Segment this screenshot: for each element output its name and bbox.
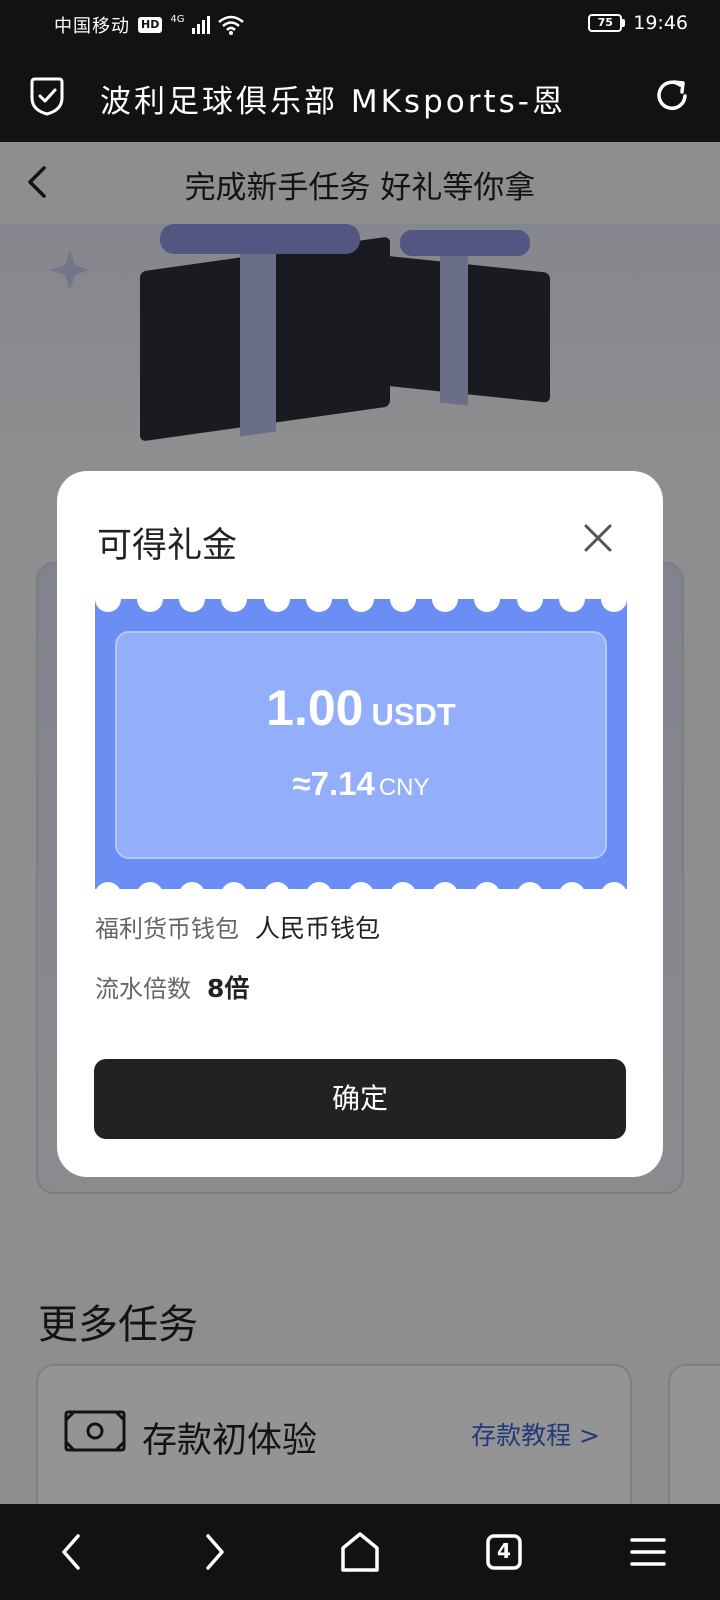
tabs-icon[interactable]: 4 <box>480 1528 528 1576</box>
home-icon[interactable] <box>336 1528 384 1576</box>
bonus-amount: 1.00 <box>266 680 364 736</box>
cny-unit: CNY <box>378 774 430 801</box>
wallet-value: 人民币钱包 <box>255 914 381 943</box>
refresh-icon[interactable] <box>652 76 692 116</box>
battery-icon: 75 <box>588 14 626 32</box>
back-icon[interactable] <box>48 1528 96 1576</box>
shield-check-icon[interactable] <box>28 76 66 116</box>
bonus-dialog: 可得礼金 1.00 USDT ≈7.14 CNY 福利货币钱包 人民币钱包 流水… <box>57 471 663 1177</box>
network-type: 4G <box>170 13 185 25</box>
carrier-name: 中国移动 <box>54 16 130 37</box>
signal-icon <box>192 16 211 34</box>
page-title: 波利足球俱乐部 MKsports-恩 <box>100 84 566 120</box>
browser-toolbar: 波利足球俱乐部 MKsports-恩 <box>0 50 720 142</box>
tab-count: 4 <box>497 1539 511 1563</box>
close-icon[interactable] <box>583 523 613 553</box>
hd-badge: HD <box>138 17 163 33</box>
status-bar: 中国移动 HD 4G 75 19:46 <box>0 0 720 50</box>
forward-icon[interactable] <box>190 1528 238 1576</box>
clock: 19:46 <box>633 12 688 34</box>
wifi-icon <box>218 15 245 35</box>
bonus-ticket: 1.00 USDT ≈7.14 CNY <box>95 599 627 889</box>
bonus-currency: USDT <box>371 697 456 732</box>
wallet-row: 福利货币钱包 人民币钱包 <box>95 909 380 945</box>
bonus-amount-panel: 1.00 USDT ≈7.14 CNY <box>115 631 607 859</box>
multiplier-label: 流水倍数 <box>95 975 191 1003</box>
browser-bottom-bar: 4 <box>0 1504 720 1600</box>
multiplier-row: 流水倍数 8倍 <box>95 969 249 1005</box>
cny-equivalent: ≈7.14 <box>292 765 375 802</box>
battery-level: 75 <box>588 14 623 32</box>
dialog-title: 可得礼金 <box>97 526 238 566</box>
confirm-button[interactable]: 确定 <box>94 1059 626 1139</box>
wallet-label: 福利货币钱包 <box>95 915 239 943</box>
multiplier-value: 8倍 <box>207 974 250 1003</box>
menu-icon[interactable] <box>624 1528 672 1576</box>
